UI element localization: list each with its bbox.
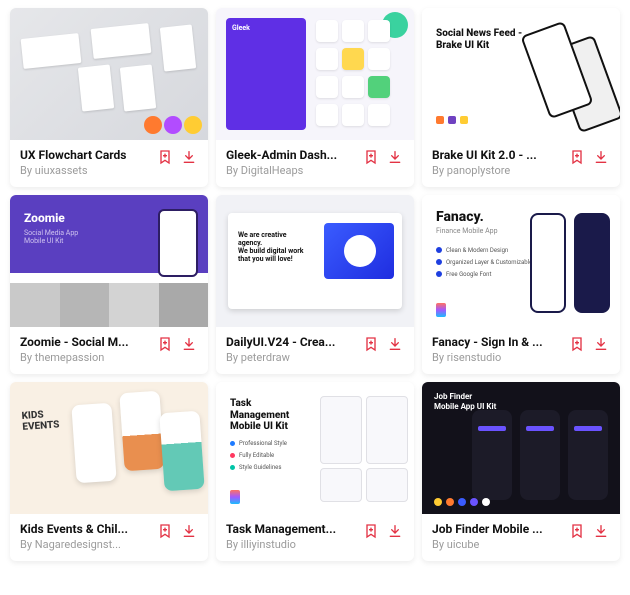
card-thumbnail[interactable]: We are creative agency. We build digital… — [216, 195, 414, 327]
card-thumbnail[interactable] — [10, 8, 208, 140]
card-thumbnail[interactable]: Fanacy. Finance Mobile App Clean & Moder… — [422, 195, 620, 327]
download-icon[interactable] — [386, 335, 404, 353]
card-meta: Fanacy - Sign In & ... By risenstudio — [422, 327, 620, 374]
card-author[interactable]: By uicube — [432, 538, 562, 551]
bookmark-icon[interactable] — [156, 148, 174, 166]
bookmark-icon[interactable] — [568, 522, 586, 540]
thumb-label: Fanacy. — [436, 209, 484, 225]
thumb-label: Job Finder Mobile App UI Kit — [434, 392, 496, 411]
card-thumbnail[interactable]: Social News Feed - Brake UI Kit — [422, 8, 620, 140]
figma-icon — [230, 490, 240, 504]
product-card[interactable]: Fanacy. Finance Mobile App Clean & Moder… — [422, 195, 620, 374]
bookmark-icon[interactable] — [568, 148, 586, 166]
product-card[interactable]: Gleek Gleek-Admin Dash... By DigitalHeap… — [216, 8, 414, 187]
card-author[interactable]: By risenstudio — [432, 351, 562, 364]
card-author[interactable]: By uiuxassets — [20, 164, 150, 177]
card-thumbnail[interactable]: Gleek — [216, 8, 414, 140]
figma-icon — [436, 303, 446, 317]
card-meta: DailyUI.V24 - Crea... By peterdraw — [216, 327, 414, 374]
card-meta: Brake UI Kit 2.0 - ... By panoplystore — [422, 140, 620, 187]
product-card[interactable]: Job Finder Mobile App UI Kit Job Finder … — [422, 382, 620, 561]
card-meta: Kids Events & Chil... By Nagaredesignst.… — [10, 514, 208, 561]
download-icon[interactable] — [180, 522, 198, 540]
product-card[interactable]: Zoomie Social Media App Mobile UI Kit Zo… — [10, 195, 208, 374]
product-card[interactable]: KIDS EVENTS Kids Events & Chil... By Nag… — [10, 382, 208, 561]
card-author[interactable]: By themepassion — [20, 351, 150, 364]
thumb-sub: Social Media App Mobile UI Kit — [24, 229, 78, 246]
download-icon[interactable] — [386, 148, 404, 166]
bookmark-icon[interactable] — [362, 522, 380, 540]
bookmark-icon[interactable] — [156, 335, 174, 353]
bookmark-icon[interactable] — [568, 335, 586, 353]
card-thumbnail[interactable]: Zoomie Social Media App Mobile UI Kit — [10, 195, 208, 327]
product-card[interactable]: UX Flowchart Cards By uiuxassets — [10, 8, 208, 187]
bookmark-icon[interactable] — [362, 148, 380, 166]
card-meta: Task Management... By illiyinstudio — [216, 514, 414, 561]
card-title[interactable]: UX Flowchart Cards — [20, 148, 150, 162]
card-title[interactable]: Zoomie - Social M... — [20, 335, 150, 349]
download-icon[interactable] — [592, 148, 610, 166]
card-author[interactable]: By DigitalHeaps — [226, 164, 356, 177]
card-meta: Zoomie - Social M... By themepassion — [10, 327, 208, 374]
download-icon[interactable] — [592, 522, 610, 540]
bookmark-icon[interactable] — [156, 522, 174, 540]
card-meta: UX Flowchart Cards By uiuxassets — [10, 140, 208, 187]
download-icon[interactable] — [386, 522, 404, 540]
product-grid: UX Flowchart Cards By uiuxassets Gleek — [10, 8, 620, 561]
card-title[interactable]: Brake UI Kit 2.0 - ... — [432, 148, 562, 162]
bookmark-icon[interactable] — [362, 335, 380, 353]
download-icon[interactable] — [592, 335, 610, 353]
card-title[interactable]: Kids Events & Chil... — [20, 522, 150, 536]
product-card[interactable]: We are creative agency. We build digital… — [216, 195, 414, 374]
card-meta: Gleek-Admin Dash... By DigitalHeaps — [216, 140, 414, 187]
card-thumbnail[interactable]: Job Finder Mobile App UI Kit — [422, 382, 620, 514]
product-card[interactable]: Task Management Mobile UI Kit Profession… — [216, 382, 414, 561]
download-icon[interactable] — [180, 148, 198, 166]
card-thumbnail[interactable]: KIDS EVENTS — [10, 382, 208, 514]
card-title[interactable]: Gleek-Admin Dash... — [226, 148, 356, 162]
thumb-label: Zoomie — [24, 211, 65, 225]
card-author[interactable]: By Nagaredesignst... — [20, 538, 150, 551]
thumb-headline: Social News Feed - Brake UI Kit — [436, 28, 522, 52]
card-thumbnail[interactable]: Task Management Mobile UI Kit Profession… — [216, 382, 414, 514]
product-card[interactable]: Social News Feed - Brake UI Kit Brake UI… — [422, 8, 620, 187]
card-meta: Job Finder Mobile ... By uicube — [422, 514, 620, 561]
thumb-sub: Finance Mobile App — [436, 227, 498, 235]
download-icon[interactable] — [180, 335, 198, 353]
thumb-label: Gleek — [232, 24, 300, 32]
thumb-copy: We are creative agency. We build digital… — [238, 231, 308, 263]
card-author[interactable]: By illiyinstudio — [226, 538, 356, 551]
card-author[interactable]: By peterdraw — [226, 351, 356, 364]
thumb-label: Task Management Mobile UI Kit — [230, 398, 310, 433]
card-title[interactable]: DailyUI.V24 - Crea... — [226, 335, 356, 349]
card-author[interactable]: By panoplystore — [432, 164, 562, 177]
card-title[interactable]: Fanacy - Sign In & ... — [432, 335, 562, 349]
card-title[interactable]: Job Finder Mobile ... — [432, 522, 562, 536]
thumb-label: KIDS EVENTS — [21, 408, 78, 433]
card-title[interactable]: Task Management... — [226, 522, 356, 536]
